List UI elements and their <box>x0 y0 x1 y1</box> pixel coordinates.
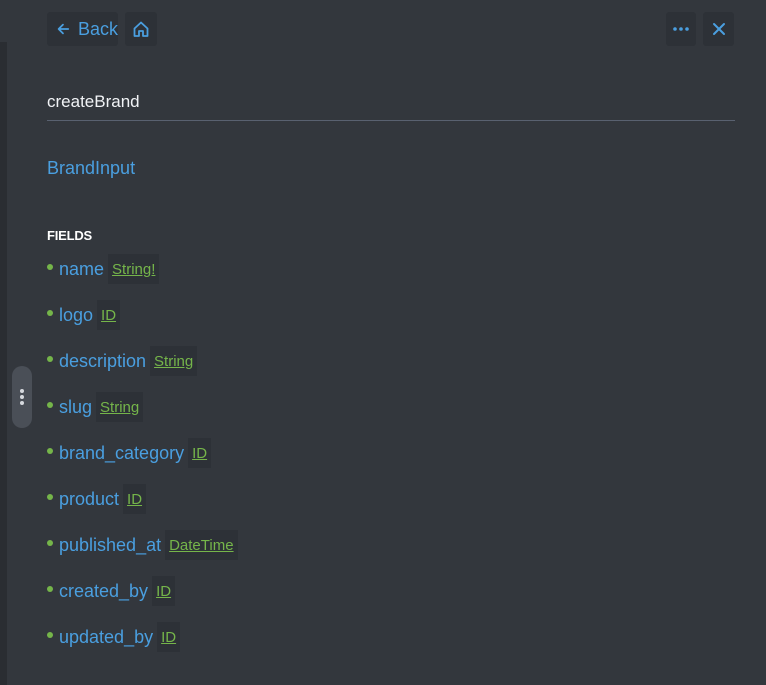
title-bar: createBrand <box>47 88 735 121</box>
bullet-icon <box>47 402 53 408</box>
field-item-name: name String! <box>47 253 160 285</box>
resize-handle[interactable] <box>12 366 32 428</box>
field-type-link[interactable]: ID <box>123 484 147 514</box>
field-name[interactable]: brand_category <box>59 443 184 464</box>
bullet-icon <box>47 494 53 500</box>
arrow-left-icon <box>57 23 70 35</box>
more-horizontal-icon <box>673 27 689 31</box>
back-label: Back <box>77 18 118 39</box>
bullet-icon <box>47 356 53 362</box>
left-panel-edge <box>0 42 7 685</box>
page-title: createBrand <box>47 92 140 111</box>
more-options-button[interactable] <box>666 12 696 46</box>
field-item-published-at: published_at DateTime <box>47 529 238 561</box>
field-name[interactable]: name <box>59 259 104 280</box>
bullet-icon <box>47 448 53 454</box>
bullet-icon <box>47 586 53 592</box>
field-type-link[interactable]: String <box>96 392 144 422</box>
field-type-link[interactable]: ID <box>97 300 121 330</box>
field-name[interactable]: published_at <box>59 535 161 556</box>
field-name[interactable]: product <box>59 489 119 510</box>
field-name[interactable]: updated_by <box>59 627 153 648</box>
close-button[interactable] <box>703 12 734 46</box>
field-name[interactable]: created_by <box>59 581 148 602</box>
input-type-link[interactable]: BrandInput <box>47 158 135 179</box>
close-icon <box>712 23 725 35</box>
field-item-slug: slug String <box>47 391 144 423</box>
field-item-created-by: created_by ID <box>47 575 176 607</box>
home-icon <box>133 21 149 37</box>
field-item-updated-by: updated_by ID <box>47 621 181 653</box>
home-button[interactable] <box>125 12 157 46</box>
field-type-link[interactable]: ID <box>152 576 176 606</box>
field-item-logo: logo ID <box>47 299 121 331</box>
bullet-icon <box>47 310 53 316</box>
field-name[interactable]: logo <box>59 305 93 326</box>
vertical-dots-icon <box>20 389 24 405</box>
docs-explorer-panel: Back createBrand BrandInput FIELDS name … <box>0 0 766 685</box>
field-item-description: description String <box>47 345 198 377</box>
field-type-link[interactable]: ID <box>188 438 212 468</box>
field-type-link[interactable]: DateTime <box>165 530 238 560</box>
back-button[interactable]: Back <box>47 12 118 46</box>
field-name[interactable]: slug <box>59 397 92 418</box>
fields-heading: FIELDS <box>47 228 93 243</box>
field-type-link[interactable]: String! <box>108 254 160 284</box>
bullet-icon <box>47 264 53 270</box>
bullet-icon <box>47 632 53 638</box>
field-item-brand-category: brand_category ID <box>47 437 212 469</box>
field-type-link[interactable]: String <box>150 346 198 376</box>
bullet-icon <box>47 540 53 546</box>
field-type-link[interactable]: ID <box>157 622 181 652</box>
field-item-product: product ID <box>47 483 147 515</box>
field-name[interactable]: description <box>59 351 146 372</box>
